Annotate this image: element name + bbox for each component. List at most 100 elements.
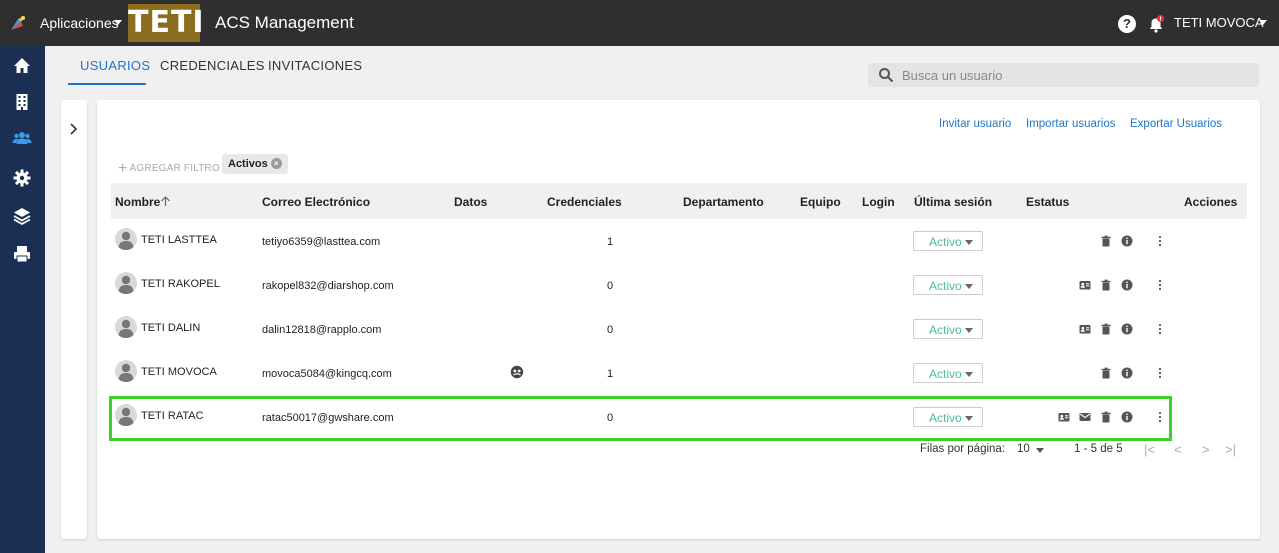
tab-credenciales[interactable]: CREDENCIALES (160, 58, 265, 73)
gear-icon[interactable] (12, 168, 32, 188)
search-input[interactable] (902, 64, 1242, 86)
column-header-data[interactable]: Datos (454, 195, 487, 209)
help-icon[interactable]: ? (1118, 15, 1136, 33)
avatar (115, 404, 137, 426)
id-card-icon[interactable] (1079, 323, 1091, 335)
trash-icon[interactable] (1100, 279, 1112, 291)
column-header-name[interactable]: Nombre (115, 195, 160, 209)
credentials-count-cell: 1 (607, 236, 614, 248)
import-users-link[interactable]: Importar usuarios (1026, 118, 1115, 130)
credentials-count-cell: 1 (607, 368, 614, 380)
rows-per-page-select[interactable]: 10 (1017, 443, 1030, 455)
user-menu-name[interactable]: TETI MOVOCA (1174, 15, 1264, 30)
column-header-department[interactable]: Departamento (683, 195, 764, 209)
credentials-count-cell: 0 (607, 412, 614, 424)
next-page-icon[interactable]: > (1202, 442, 1210, 457)
info-icon[interactable] (1121, 323, 1133, 335)
id-card-icon[interactable] (1079, 279, 1091, 291)
info-icon[interactable] (1121, 235, 1133, 247)
column-header-status[interactable]: Estatus (1026, 195, 1069, 209)
rows-per-page-label: Filas por página: (920, 443, 1006, 455)
avatar (115, 272, 137, 294)
status-value: Activo (929, 411, 962, 425)
arrow-up-icon[interactable] (160, 196, 171, 207)
first-page-icon[interactable]: |< (1144, 442, 1155, 457)
notification-bell-icon[interactable] (1146, 14, 1166, 34)
status-select[interactable]: Activo (913, 231, 983, 251)
column-header-credentials[interactable]: Credenciales (547, 195, 622, 209)
column-header-email[interactable]: Correo Electrónico (262, 195, 370, 209)
user-name-cell[interactable]: TETI LASTTEA (141, 234, 217, 246)
chevron-down-icon[interactable] (114, 20, 122, 25)
apps-menu-label[interactable]: Aplicaciones (40, 15, 119, 31)
tab-invitaciones[interactable]: INVITACIONES (268, 58, 362, 73)
user-email-cell: rakopel832@diarshop.com (262, 280, 394, 292)
tab-usuarios[interactable]: USUARIOS (80, 58, 150, 73)
export-users-link[interactable]: Exportar Usuarios (1130, 118, 1222, 130)
info-icon[interactable] (1121, 367, 1133, 379)
filter-chip-activos[interactable]: Activos × (222, 154, 288, 174)
trash-icon[interactable] (1100, 235, 1112, 247)
more-icon[interactable] (1154, 235, 1166, 247)
status-select[interactable]: Activo (913, 363, 983, 383)
trash-icon[interactable] (1100, 411, 1112, 423)
apps-icon[interactable] (8, 13, 28, 33)
filter-chip-label: Activos (228, 158, 268, 170)
user-name-cell[interactable]: TETI MOVOCA (141, 366, 217, 378)
column-header-last-session[interactable]: Última sesión (914, 195, 992, 209)
status-value: Activo (929, 323, 962, 337)
last-page-icon[interactable]: >| (1225, 442, 1236, 457)
trash-icon[interactable] (1100, 367, 1112, 379)
face-icon[interactable] (510, 365, 524, 379)
avatar (115, 228, 137, 250)
more-icon[interactable] (1154, 279, 1166, 291)
building-icon[interactable] (12, 92, 32, 112)
id-card-icon[interactable] (1058, 411, 1070, 423)
more-icon[interactable] (1154, 367, 1166, 379)
trash-icon[interactable] (1100, 323, 1112, 335)
more-icon[interactable] (1154, 411, 1166, 423)
user-email-cell: movoca5084@kingcq.com (262, 368, 392, 380)
chevron-right-icon[interactable] (67, 122, 81, 136)
user-email-cell: dalin12818@rapplo.com (262, 324, 382, 336)
home-icon[interactable] (12, 56, 32, 76)
status-select[interactable]: Activo (913, 275, 983, 295)
chevron-down-icon[interactable] (1036, 448, 1044, 453)
active-tab-indicator (68, 83, 146, 85)
chevron-down-icon[interactable] (1259, 20, 1267, 25)
users-icon[interactable] (12, 128, 32, 148)
column-header-team[interactable]: Equipo (800, 195, 841, 209)
info-icon[interactable] (1121, 411, 1133, 423)
user-email-cell: ratac50017@gwshare.com (262, 412, 394, 424)
user-email-cell: tetiyo6359@lasttea.com (262, 236, 381, 248)
layers-icon[interactable] (12, 206, 32, 226)
status-select[interactable]: Activo (913, 319, 983, 339)
status-value: Activo (929, 279, 962, 293)
invite-user-link[interactable]: Invitar usuario (939, 118, 1011, 130)
more-icon[interactable] (1154, 323, 1166, 335)
chevron-down-icon (965, 372, 973, 377)
mail-icon[interactable] (1079, 411, 1091, 423)
user-name-cell[interactable]: TETI RATAC (141, 410, 204, 422)
teti-logo: TETI (128, 4, 205, 42)
credentials-count-cell: 0 (607, 324, 614, 336)
info-icon[interactable] (1121, 279, 1133, 291)
status-value: Activo (929, 367, 962, 381)
add-filter-label: AGREGAR FILTRO (129, 163, 220, 174)
credentials-count-cell: 0 (607, 280, 614, 292)
add-filter-button[interactable]: + AGREGAR FILTRO (118, 158, 220, 177)
status-select[interactable]: Activo (913, 407, 983, 427)
filter-side-panel (61, 100, 87, 539)
close-icon[interactable]: × (270, 158, 282, 169)
sidebar (0, 46, 45, 553)
status-value: Activo (929, 235, 962, 249)
user-name-cell[interactable]: TETI RAKOPEL (141, 278, 220, 290)
user-name-cell[interactable]: TETI DALIN (141, 322, 200, 334)
column-header-login[interactable]: Login (862, 195, 895, 209)
chevron-down-icon (965, 240, 973, 245)
app-title: ACS Management (215, 13, 354, 32)
chevron-down-icon (965, 416, 973, 421)
previous-page-icon[interactable]: < (1174, 442, 1182, 457)
printer-icon[interactable] (12, 244, 32, 264)
avatar (115, 316, 137, 338)
